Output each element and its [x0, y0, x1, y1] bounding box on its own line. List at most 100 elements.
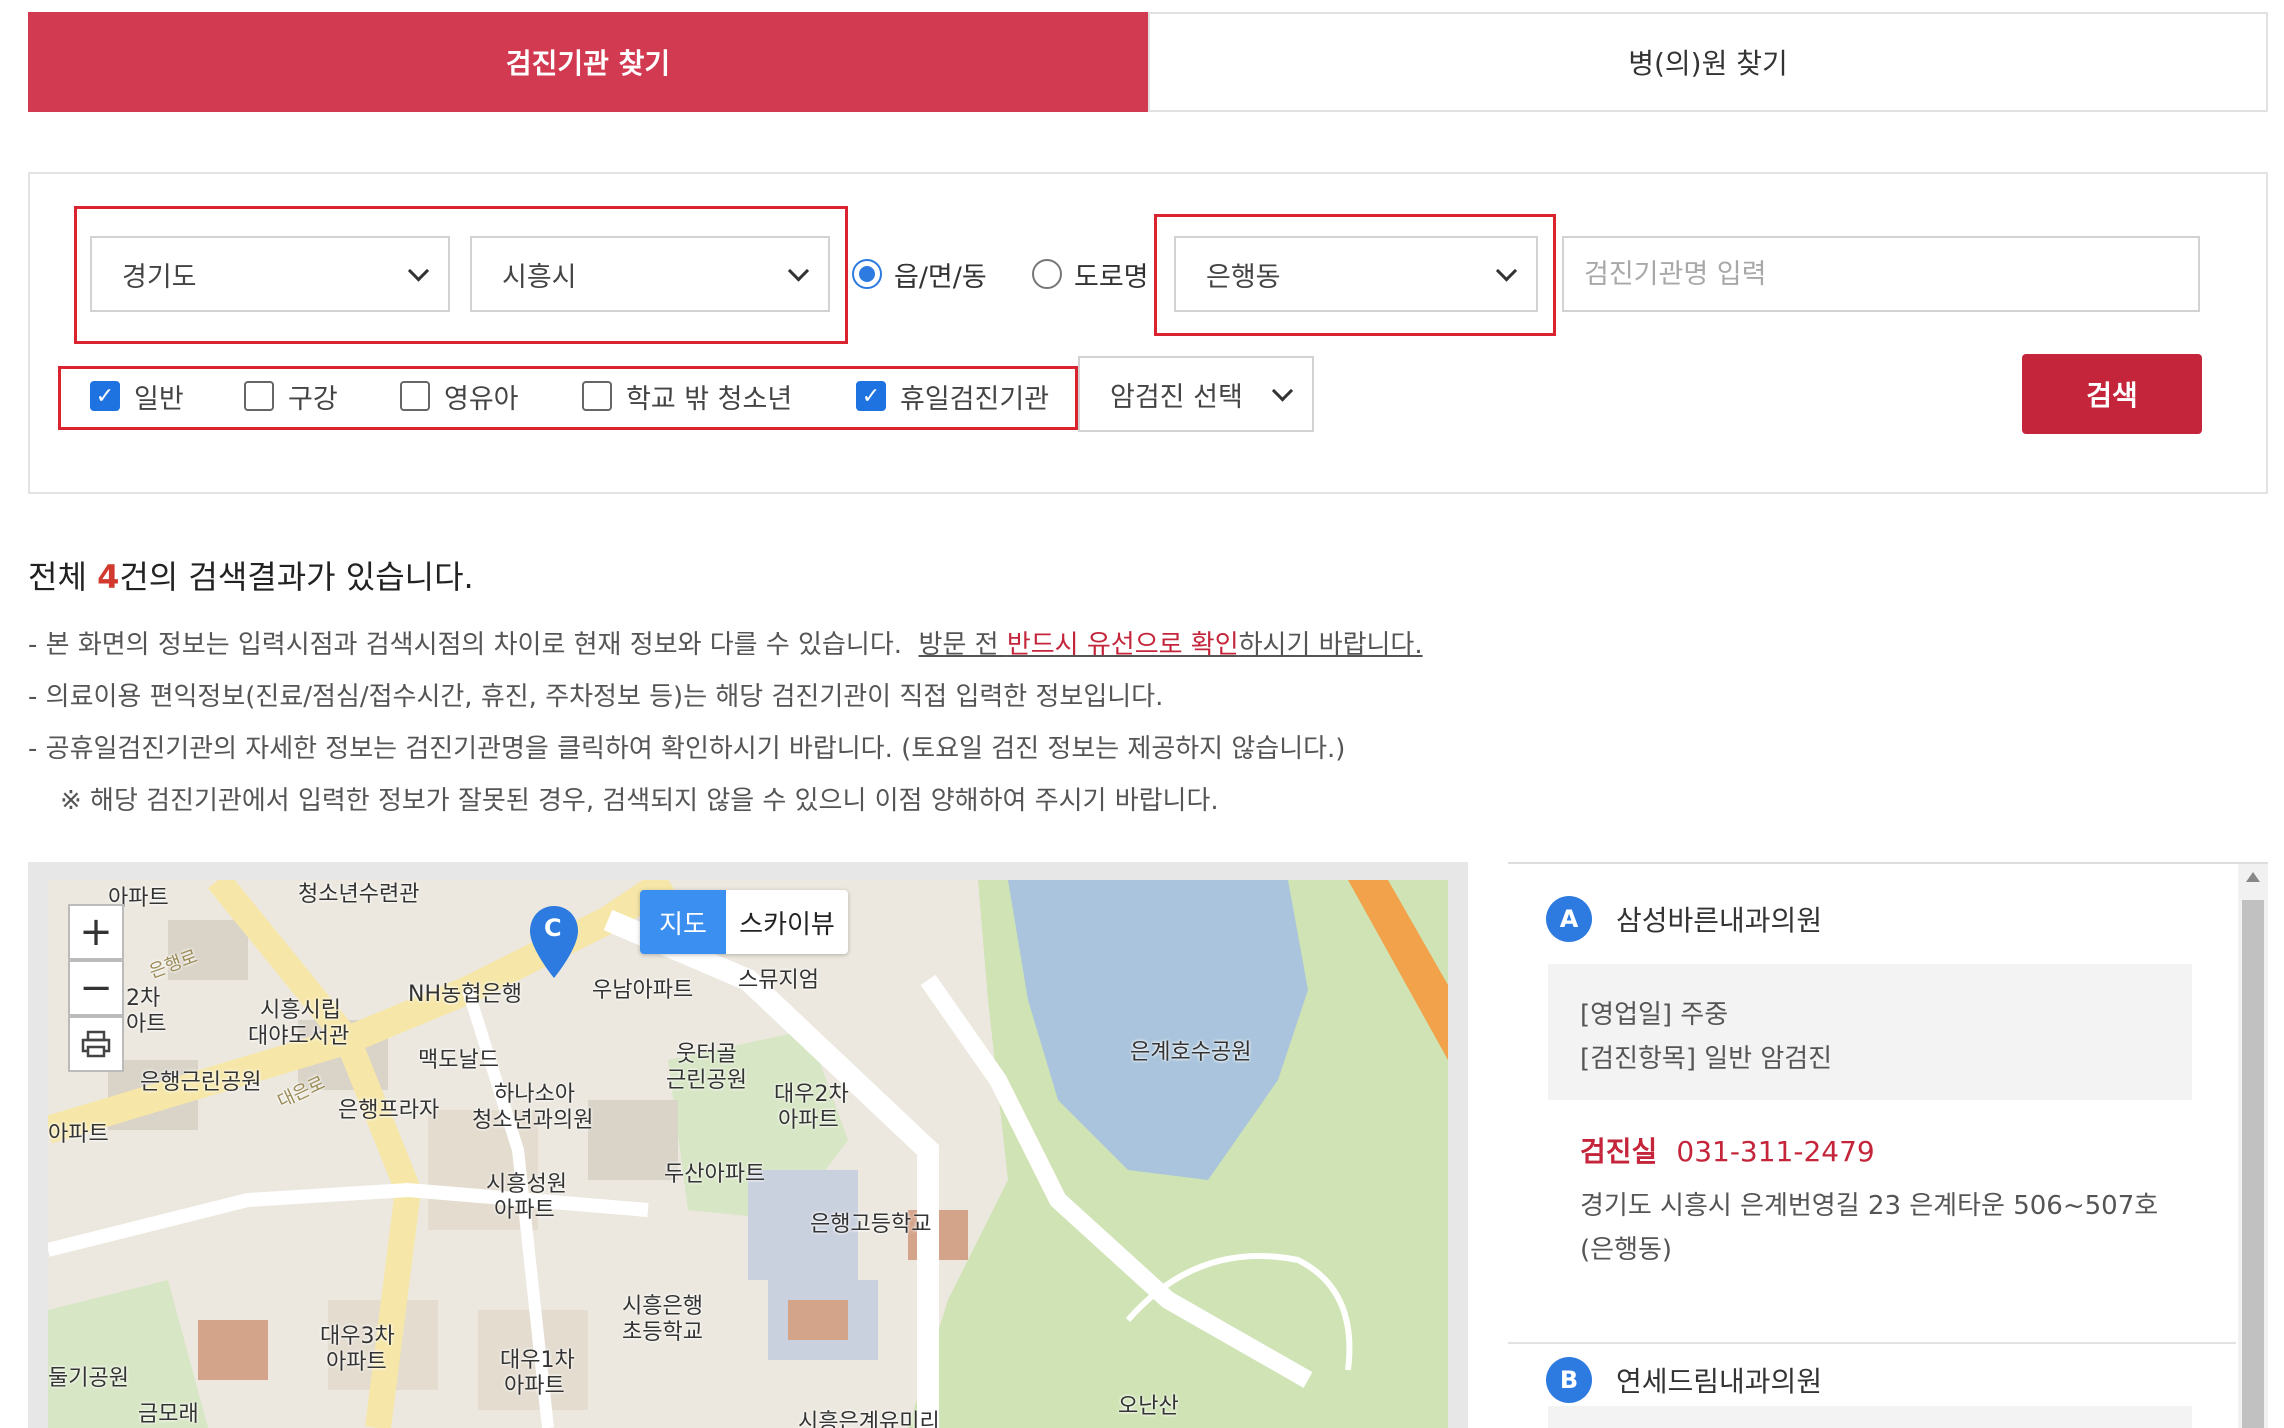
- checkbox-unchecked-icon: [582, 381, 612, 411]
- map-label: 은행근린공원: [140, 1070, 262, 1095]
- map-label: 아파트: [778, 1108, 839, 1133]
- clinic-address-line-1: 경기도 시흥시 은계번영길 23 은계타운 506~507호: [1580, 1191, 2159, 1221]
- clinic-phone-row: 검진실 031-311-2479: [1580, 1130, 1875, 1170]
- province-value: 경기도: [122, 261, 197, 293]
- map-label: 두산아파트: [664, 1162, 766, 1187]
- map-label: 은행프라자: [338, 1098, 440, 1123]
- scrollbar-thumb[interactable]: [2242, 900, 2264, 1428]
- city-select[interactable]: 시흥시: [470, 236, 830, 312]
- zoom-in-button[interactable]: +: [68, 904, 124, 960]
- zoom-out-button[interactable]: −: [68, 960, 124, 1016]
- map-label: 금모래: [138, 1402, 199, 1427]
- checkbox-unchecked-icon: [400, 381, 430, 411]
- map-label: 우남아파트: [592, 978, 694, 1003]
- divider: [1508, 1342, 2236, 1344]
- map-label: NH농협은행: [408, 982, 522, 1007]
- checkbox-infant[interactable]: 영유아: [400, 378, 519, 415]
- clinic-address: 경기도 시흥시 은계번영길 23 은계타운 506~507호 (은행동): [1580, 1184, 2220, 1272]
- print-button[interactable]: [68, 1016, 124, 1072]
- list-item[interactable]: A 삼성바른내과의원: [1546, 896, 1822, 942]
- checkbox-general-label: 일반: [134, 383, 184, 415]
- map-marker-c-label: C: [544, 914, 562, 942]
- map-label: 대야도서관: [248, 1024, 350, 1049]
- map-label: 아파트: [504, 1374, 565, 1399]
- notice-1-text: - 본 화면의 정보는 입력시점과 검색시점의 차이로 현재 정보와 다를 수 …: [28, 630, 919, 660]
- result-summary: 전체 4건의 검색결과가 있습니다.: [28, 552, 474, 598]
- search-button[interactable]: 검색: [2022, 354, 2202, 434]
- result-count: 4: [97, 558, 120, 596]
- map-label: 청소년과의원: [472, 1108, 594, 1133]
- checkbox-dental[interactable]: 구강: [244, 378, 338, 415]
- notice-1-end: 하시기 바랍니다.: [1238, 630, 1423, 660]
- radio-unselected-icon: [1032, 259, 1062, 289]
- phone-label: 검진실: [1580, 1135, 1658, 1168]
- notice-1-emphasis: 반드시 유선으로 확인: [1006, 630, 1239, 660]
- clinic-info-box: [1548, 1406, 2192, 1428]
- map-label: 아파트: [326, 1350, 387, 1375]
- cancer-select-value: 암검진 선택: [1110, 381, 1243, 413]
- map-label: 근린공원: [666, 1068, 747, 1093]
- print-icon: [81, 1030, 111, 1058]
- map-label: 아트: [126, 1012, 167, 1037]
- list-item[interactable]: B 연세드림내과의원: [1546, 1357, 1822, 1403]
- clinic-name-link[interactable]: 삼성바른내과의원: [1616, 899, 1822, 939]
- notice-line-1: - 본 화면의 정보는 입력시점과 검색시점의 차이로 현재 정보와 다를 수 …: [28, 624, 1423, 661]
- map-label: 은계호수공원: [1130, 1040, 1252, 1065]
- map-label: 아파트: [494, 1198, 555, 1223]
- cancer-checkup-select[interactable]: 암검진 선택: [1078, 356, 1314, 432]
- map-label: 초등학교: [622, 1320, 703, 1345]
- chevron-down-icon: [1495, 260, 1518, 282]
- chevron-down-icon: [407, 260, 430, 282]
- clinic-checkup-items: [검진항목] 일반 암검진: [1580, 1044, 1833, 1074]
- map-label: 맥도날드: [418, 1048, 499, 1073]
- marker-badge-b: B: [1546, 1357, 1592, 1403]
- clinic-info-box: [영업일] 주중 [검진항목] 일반 암검진: [1548, 964, 2192, 1100]
- clinic-address-line-2: (은행동): [1580, 1235, 1673, 1265]
- map-canvas[interactable]: 아파트 청소년수련관 NH농협은행 우남아파트 스뮤지엄 시흥시립 대야도서관 …: [48, 880, 1448, 1428]
- radio-eup-myeon-dong[interactable]: 읍/면/동: [852, 256, 987, 293]
- notice-line-4: ※ 해당 검진기관에서 입력한 정보가 잘못된 경우, 검색되지 않을 수 있으…: [60, 786, 1219, 816]
- checkbox-checked-icon: ✓: [856, 381, 886, 411]
- clinic-name-link[interactable]: 연세드림내과의원: [1616, 1360, 1822, 1400]
- tab-checkup-institution[interactable]: 검진기관 찾기: [28, 12, 1148, 112]
- checkbox-holiday[interactable]: ✓ 휴일검진기관: [856, 378, 1050, 415]
- notice-line-3: - 공휴일검진기관의 자세한 정보는 검진기관명을 클릭하여 확인하시기 바랍니…: [28, 734, 1346, 764]
- checkbox-unchecked-icon: [244, 381, 274, 411]
- map-label: 시흥은계유미리: [798, 1410, 940, 1428]
- marker-badge-a: A: [1546, 896, 1592, 942]
- clinic-business-days: [영업일] 주중: [1580, 1000, 1729, 1030]
- province-select[interactable]: 경기도: [90, 236, 450, 312]
- tab-clinic[interactable]: 병(의)원 찾기: [1148, 12, 2268, 112]
- map-label: 스뮤지엄: [738, 968, 819, 993]
- notice-line-2: - 의료이용 편익정보(진료/점심/접수시간, 휴진, 주차정보 등)는 해당 …: [28, 682, 1164, 712]
- result-suffix: 건의 검색결과가 있습니다.: [119, 558, 474, 596]
- map-label: 아파트: [48, 1122, 109, 1147]
- result-prefix: 전체: [28, 558, 98, 596]
- chevron-down-icon: [787, 260, 810, 282]
- radio-selected-icon: [852, 259, 882, 289]
- skyview-button[interactable]: 스카이뷰: [726, 890, 848, 954]
- checkbox-infant-label: 영유아: [444, 383, 519, 415]
- map-label: 은행고등학교: [810, 1212, 932, 1237]
- checkbox-dental-label: 구강: [288, 383, 338, 415]
- map-label: 오난산: [1118, 1394, 1179, 1419]
- notice-1-visit: 방문 전: [918, 630, 1007, 660]
- dong-value: 은행동: [1206, 261, 1281, 293]
- checkbox-general[interactable]: ✓ 일반: [90, 378, 184, 415]
- phone-number[interactable]: 031-311-2479: [1676, 1135, 1874, 1168]
- checkbox-holiday-label: 휴일검진기관: [900, 383, 1050, 415]
- institution-name-input[interactable]: [1562, 236, 2200, 312]
- chevron-down-icon: [1271, 380, 1294, 402]
- checkbox-out-of-school-youth[interactable]: 학교 밖 청소년: [582, 378, 793, 415]
- map-label: 청소년수련관: [298, 882, 420, 907]
- checkbox-checked-icon: ✓: [90, 381, 120, 411]
- map-view-button[interactable]: 지도: [640, 890, 726, 954]
- city-value: 시흥시: [502, 261, 577, 293]
- map-type-toggle: 지도 스카이뷰: [640, 890, 848, 954]
- map-label: 둘기공원: [48, 1366, 129, 1391]
- radio-road-name[interactable]: 도로명: [1032, 256, 1156, 292]
- dong-select[interactable]: 은행동: [1174, 236, 1538, 312]
- radio-road-label: 도로명: [1074, 261, 1149, 293]
- scroll-up-arrow-icon[interactable]: [2246, 872, 2260, 882]
- checkbox-youth-label: 학교 밖 청소년: [626, 383, 793, 415]
